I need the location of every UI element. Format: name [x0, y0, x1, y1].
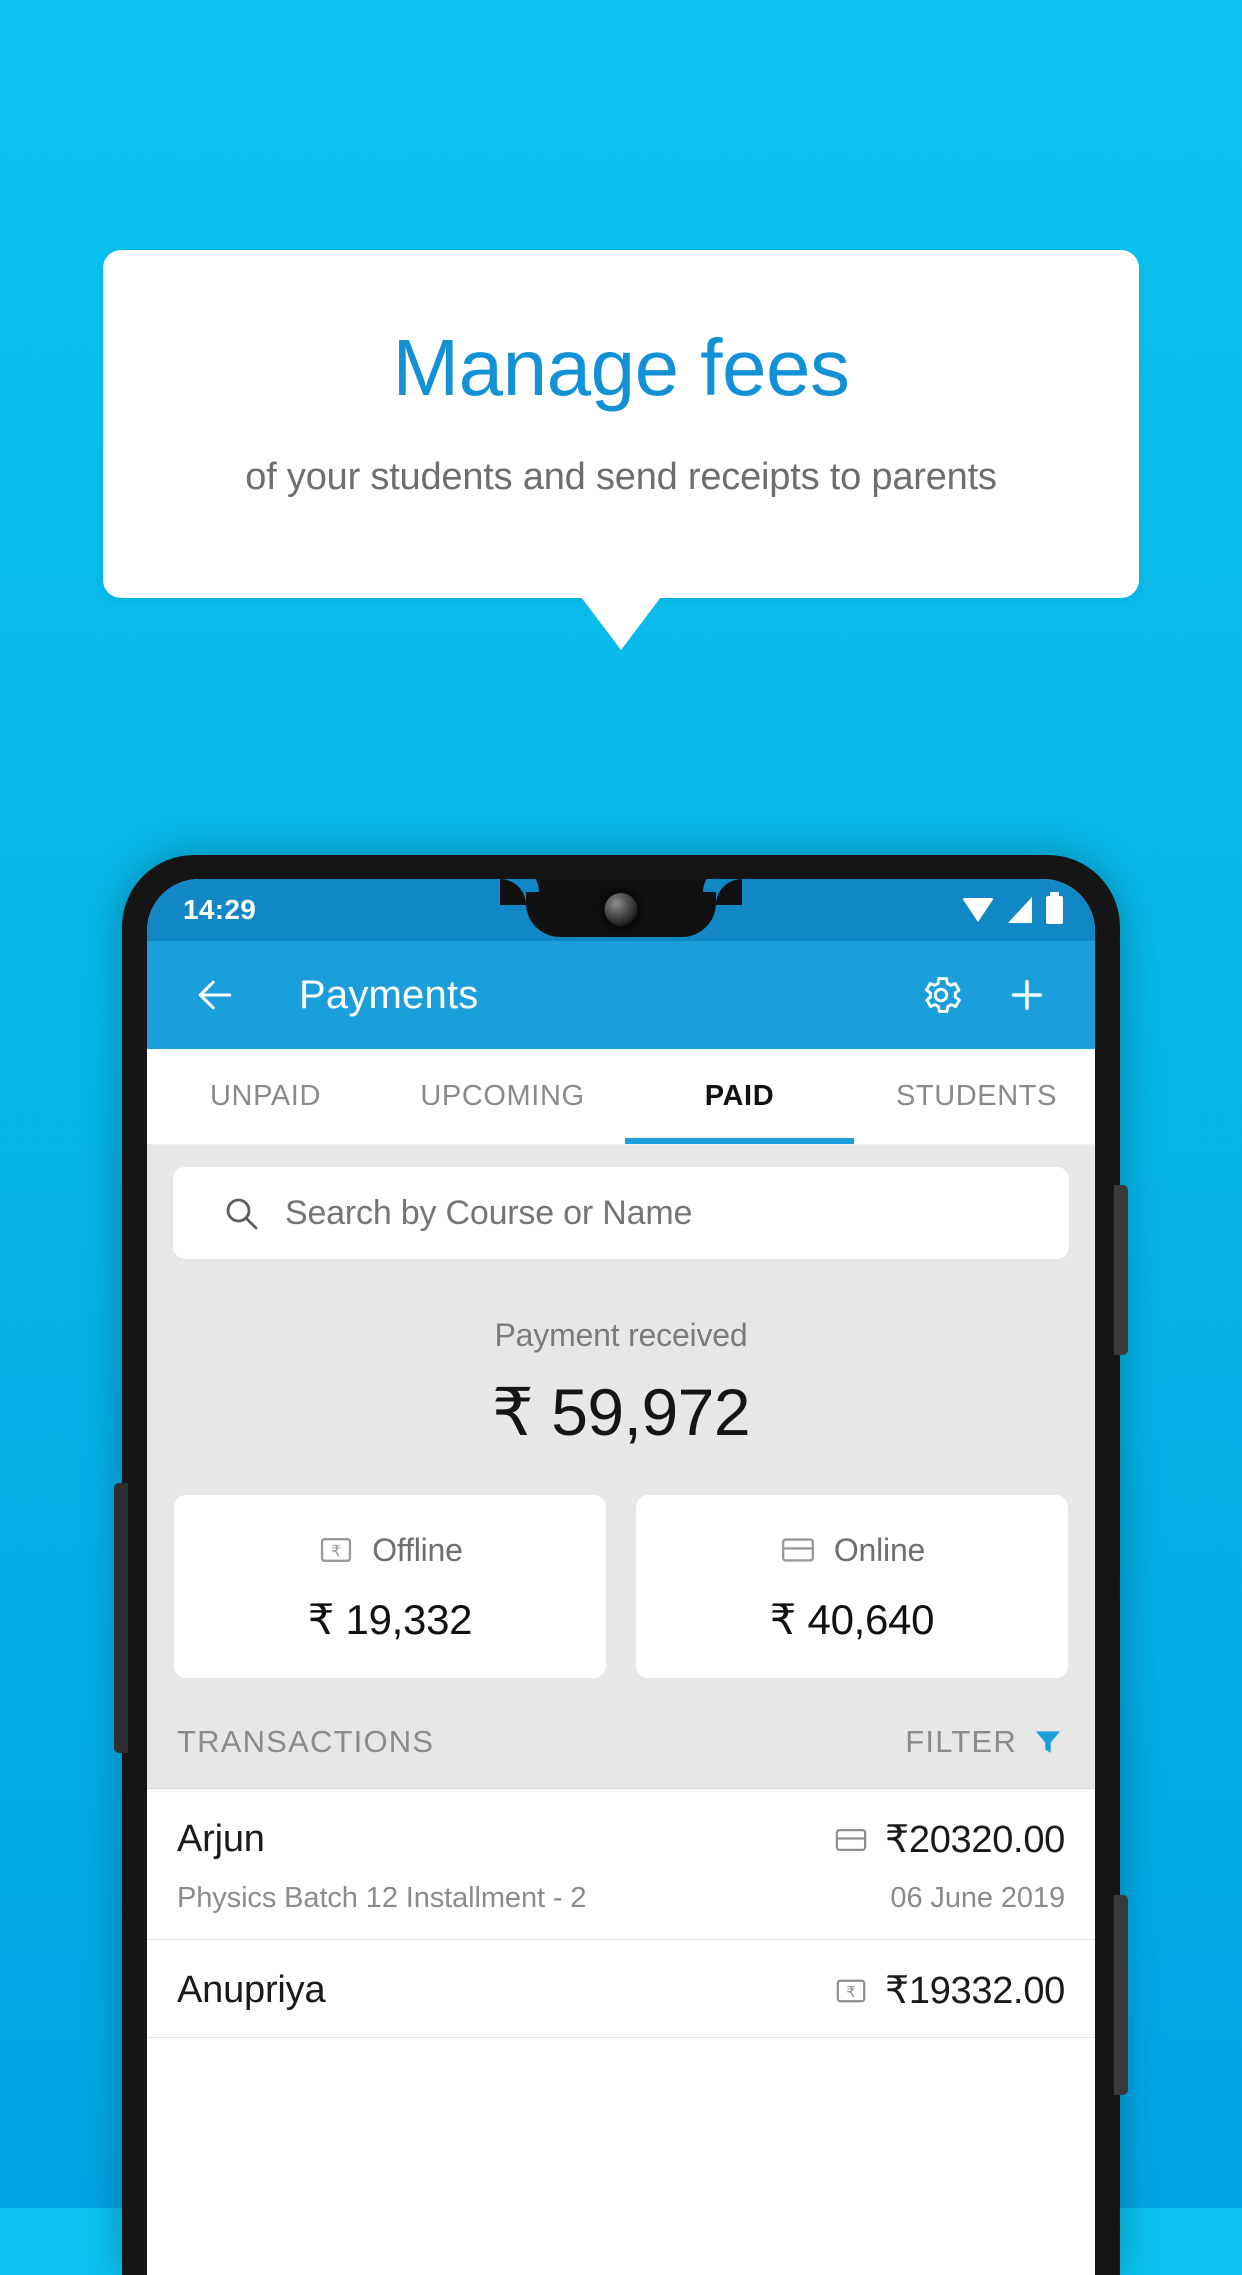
tab-paid[interactable]: PAID: [621, 1049, 858, 1144]
phone-notch: [500, 879, 742, 937]
transaction-amount-group: ₹ ₹19332.00: [833, 1968, 1065, 2013]
app-screen: 14:29 Payments UNPAID UPCOMING PAID STUD…: [147, 879, 1095, 2275]
phone-mockup: 14:29 Payments UNPAID UPCOMING PAID STUD…: [114, 855, 1128, 2275]
search-input[interactable]: Search by Course or Name: [173, 1167, 1069, 1259]
transaction-amount: ₹20320.00: [885, 1819, 1065, 1861]
payment-summary: Payment received ₹ 59,972: [147, 1259, 1095, 1451]
signal-icon: [1008, 897, 1032, 923]
online-amount: ₹ 40,640: [769, 1596, 935, 1643]
back-button[interactable]: [185, 965, 245, 1025]
transaction-date: 06 June 2019: [890, 1882, 1065, 1914]
cash-note-icon: ₹: [321, 1538, 352, 1562]
online-payment-card[interactable]: Online ₹ 40,640: [636, 1495, 1068, 1678]
funnel-icon: [1035, 1731, 1061, 1753]
phone-power-button[interactable]: [1114, 1895, 1128, 2095]
promo-callout-card: Manage fees of your students and send re…: [103, 250, 1139, 598]
online-card-header: Online: [636, 1531, 1068, 1569]
payment-received-label: Payment received: [494, 1317, 748, 1353]
transactions-title: TRANSACTIONS: [177, 1724, 435, 1759]
credit-card-icon: [781, 1538, 814, 1562]
filter-label: FILTER: [905, 1724, 1017, 1759]
offline-label: Offline: [372, 1531, 463, 1568]
payment-received-amount: ₹ 59,972: [491, 1375, 751, 1449]
page-title: Payments: [299, 972, 479, 1017]
app-bar: Payments: [147, 941, 1095, 1049]
tab-upcoming[interactable]: UPCOMING: [384, 1049, 621, 1144]
screen-content: Search by Course or Name Payment receive…: [147, 1145, 1095, 2038]
search-placeholder: Search by Course or Name: [285, 1193, 693, 1232]
offline-payment-card[interactable]: ₹ Offline ₹ 19,332: [174, 1495, 606, 1678]
cash-note-icon: ₹: [836, 1979, 866, 2002]
transaction-name: Arjun: [177, 1818, 265, 1860]
svg-text:₹: ₹: [846, 1984, 856, 2001]
back-arrow-icon: [198, 980, 232, 1010]
offline-amount: ₹ 19,332: [307, 1596, 473, 1643]
transactions-header: TRANSACTIONS FILTER: [147, 1678, 1095, 1789]
search-icon: [226, 1198, 258, 1230]
status-icons: [962, 892, 1063, 924]
svg-text:₹: ₹: [331, 1543, 341, 1560]
transaction-description: Physics Batch 12 Installment - 2: [177, 1882, 587, 1914]
wifi-icon: [962, 898, 994, 922]
phone-screen-bezel: 14:29 Payments UNPAID UPCOMING PAID STUD…: [147, 879, 1095, 2275]
tab-unpaid[interactable]: UNPAID: [147, 1049, 384, 1144]
phone-left-button[interactable]: [114, 1483, 128, 1753]
status-bar: 14:29: [147, 879, 1095, 941]
settings-button[interactable]: [911, 965, 971, 1025]
front-camera-icon: [604, 893, 638, 926]
callout-tail-triangle: [581, 597, 661, 650]
payment-breakdown: ₹ Offline ₹ 19,332 Online ₹ 40,640: [147, 1451, 1095, 1678]
tab-bar: UNPAID UPCOMING PAID STUDENTS: [147, 1049, 1095, 1145]
phone-volume-button[interactable]: [1114, 1185, 1128, 1355]
transaction-name: Anupriya: [177, 1969, 326, 2011]
gear-icon: [924, 977, 961, 1013]
online-label: Online: [833, 1531, 926, 1568]
status-time: 14:29: [183, 894, 257, 925]
transactions-list: Arjun ₹20320.00 Physics Batch 12 Install…: [147, 1789, 1095, 2038]
offline-card-header: ₹ Offline: [174, 1531, 606, 1569]
promo-subtitle: of your students and send receipts to pa…: [245, 456, 997, 498]
add-payment-button[interactable]: [997, 965, 1057, 1025]
transaction-amount: ₹19332.00: [885, 1970, 1065, 2012]
filter-button[interactable]: FILTER: [905, 1724, 1065, 1760]
transaction-primary-line: Arjun ₹20320.00: [177, 1817, 1065, 1862]
table-row[interactable]: Anupriya ₹ ₹19332.00: [147, 1940, 1095, 2038]
credit-card-icon: [835, 1828, 867, 1851]
tab-students[interactable]: STUDENTS: [858, 1049, 1095, 1144]
transaction-secondary-line: Physics Batch 12 Installment - 2 06 June…: [177, 1882, 1065, 1915]
transaction-primary-line: Anupriya ₹ ₹19332.00: [177, 1968, 1065, 2013]
battery-icon: [1046, 892, 1063, 924]
promo-title: Manage fees: [392, 323, 850, 412]
plus-icon: [1011, 979, 1043, 1011]
table-row[interactable]: Arjun ₹20320.00 Physics Batch 12 Install…: [147, 1789, 1095, 1940]
search-container: Search by Course or Name: [147, 1145, 1095, 1259]
transaction-amount-group: ₹20320.00: [833, 1817, 1065, 1862]
